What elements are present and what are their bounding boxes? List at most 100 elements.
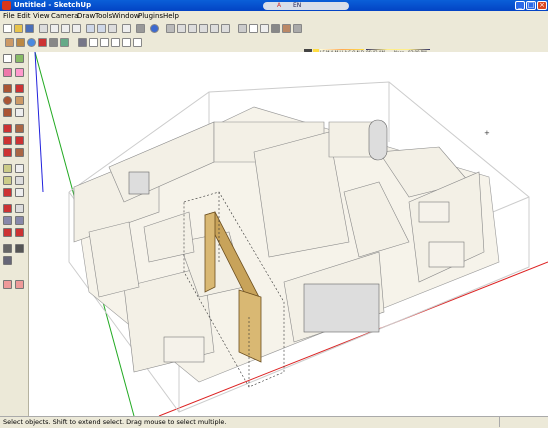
menu-view[interactable]: View — [33, 12, 50, 20]
hidden-line-icon[interactable] — [260, 24, 269, 33]
new-file-icon[interactable] — [3, 24, 12, 33]
scale-icon[interactable] — [3, 148, 12, 157]
shaded-textures-icon[interactable] — [282, 24, 291, 33]
camera-iso-icon[interactable] — [5, 38, 14, 47]
arc-icon[interactable] — [15, 96, 24, 105]
maximize-button[interactable]: □ — [526, 1, 536, 10]
open-folder-icon[interactable] — [14, 24, 23, 33]
previous-view-icon[interactable] — [3, 228, 12, 237]
blue-axis — [34, 52, 44, 193]
dimension-icon[interactable] — [15, 164, 24, 173]
zoom-window-icon[interactable] — [15, 216, 24, 225]
tape-measure-icon[interactable] — [3, 164, 12, 173]
views-toolbar — [0, 36, 548, 49]
3d-text-icon[interactable] — [15, 188, 24, 197]
protractor-icon[interactable] — [3, 176, 12, 185]
section-plane-icon[interactable] — [49, 38, 58, 47]
menu-draw[interactable]: Draw — [77, 12, 95, 20]
title-bar: Untitled - SketchUp A EN _ □ × — [0, 0, 548, 11]
brick-wall-side[interactable] — [204, 211, 216, 293]
close-button[interactable]: × — [537, 1, 547, 10]
view-iso-icon[interactable] — [78, 38, 87, 47]
menu-file[interactable]: File — [3, 12, 15, 20]
camera-left-icon[interactable] — [221, 24, 230, 33]
window-title: Untitled - SketchUp — [14, 1, 92, 9]
shaded-icon[interactable] — [271, 24, 280, 33]
model-viewport[interactable]: + — [29, 52, 548, 416]
paste-icon[interactable] — [61, 24, 70, 33]
zoom-extents-icon[interactable] — [15, 228, 24, 237]
line-icon[interactable] — [15, 84, 24, 93]
redo-icon[interactable] — [97, 24, 106, 33]
eraser-icon[interactable] — [15, 68, 24, 77]
orbit-icon[interactable] — [27, 38, 36, 47]
orbit-tool-icon[interactable] — [3, 204, 12, 213]
camera-iso-icon[interactable] — [166, 24, 175, 33]
measurements-box[interactable] — [499, 417, 548, 427]
brick-wall-end[interactable] — [238, 289, 262, 363]
view-front-icon[interactable] — [100, 38, 109, 47]
menu-tools[interactable]: Tools — [95, 12, 112, 20]
ime-mode-label: A — [277, 2, 282, 9]
cursor-plus-icon: + — [484, 129, 490, 137]
menu-edit[interactable]: Edit — [17, 12, 31, 20]
make-component-icon[interactable] — [15, 54, 24, 63]
main-tools-toolbar — [0, 52, 29, 416]
erase-icon[interactable] — [72, 24, 81, 33]
camera-top-icon[interactable] — [177, 24, 186, 33]
status-text: Select objects. Shift to extend select. … — [3, 418, 227, 426]
rectangle-icon[interactable] — [3, 84, 12, 93]
standard-toolbar: J F M A M J J A S O N D 06:43 AM Noon 07… — [0, 22, 548, 55]
wireframe-icon[interactable] — [249, 24, 258, 33]
camera-right-icon[interactable] — [199, 24, 208, 33]
print-icon[interactable] — [108, 24, 117, 33]
push-pull-icon[interactable] — [15, 124, 24, 133]
circle-icon[interactable] — [3, 96, 12, 105]
look-around-icon[interactable] — [3, 256, 12, 265]
view-back-icon[interactable] — [122, 38, 131, 47]
component-icon[interactable] — [136, 24, 145, 33]
follow-me-icon[interactable] — [38, 38, 47, 47]
position-camera-icon[interactable] — [3, 244, 12, 253]
menu-help[interactable]: Help — [163, 12, 179, 20]
help-icon[interactable] — [150, 24, 159, 33]
menu-camera[interactable]: Camera — [51, 12, 78, 20]
rotate-icon[interactable] — [3, 136, 12, 145]
xray-icon[interactable] — [238, 24, 247, 33]
menu-window[interactable]: Window — [112, 12, 140, 20]
sketchup-app-icon — [2, 1, 11, 10]
offset-icon[interactable] — [15, 148, 24, 157]
paint-bucket-icon[interactable] — [3, 68, 12, 77]
view-right-icon[interactable] — [111, 38, 120, 47]
3d-model-canvas[interactable]: + — [29, 52, 548, 416]
select-arrow-icon[interactable] — [3, 54, 12, 63]
materials-icon[interactable] — [60, 38, 69, 47]
menu-plugins[interactable]: Plugins — [138, 12, 163, 20]
follow-me-tool-icon[interactable] — [15, 136, 24, 145]
view-left-icon[interactable] — [133, 38, 142, 47]
save-icon[interactable] — [25, 24, 34, 33]
minimize-button[interactable]: _ — [515, 1, 525, 10]
walk-icon[interactable] — [15, 244, 24, 253]
axes-icon[interactable] — [3, 188, 12, 197]
camera-back-icon[interactable] — [210, 24, 219, 33]
menu-bar: File Edit View Camera Draw Tools Window … — [0, 11, 548, 21]
monochrome-icon[interactable] — [293, 24, 302, 33]
pan-icon[interactable] — [15, 204, 24, 213]
view-top-icon[interactable] — [89, 38, 98, 47]
section-plane-tool-icon[interactable] — [3, 280, 12, 289]
camera-front-icon[interactable] — [188, 24, 197, 33]
move-icon[interactable] — [3, 124, 12, 133]
zoom-icon[interactable] — [3, 216, 12, 225]
ime-language-bar[interactable]: A EN — [263, 2, 349, 10]
undo-icon[interactable] — [86, 24, 95, 33]
text-icon[interactable] — [15, 176, 24, 185]
polygon-icon[interactable] — [3, 108, 12, 117]
copy-icon[interactable] — [50, 24, 59, 33]
display-section-icon[interactable] — [15, 280, 24, 289]
freehand-icon[interactable] — [15, 108, 24, 117]
model-info-icon[interactable] — [122, 24, 131, 33]
camera-top-icon[interactable] — [16, 38, 25, 47]
ime-lang-label: EN — [293, 2, 302, 9]
cut-icon[interactable] — [39, 24, 48, 33]
